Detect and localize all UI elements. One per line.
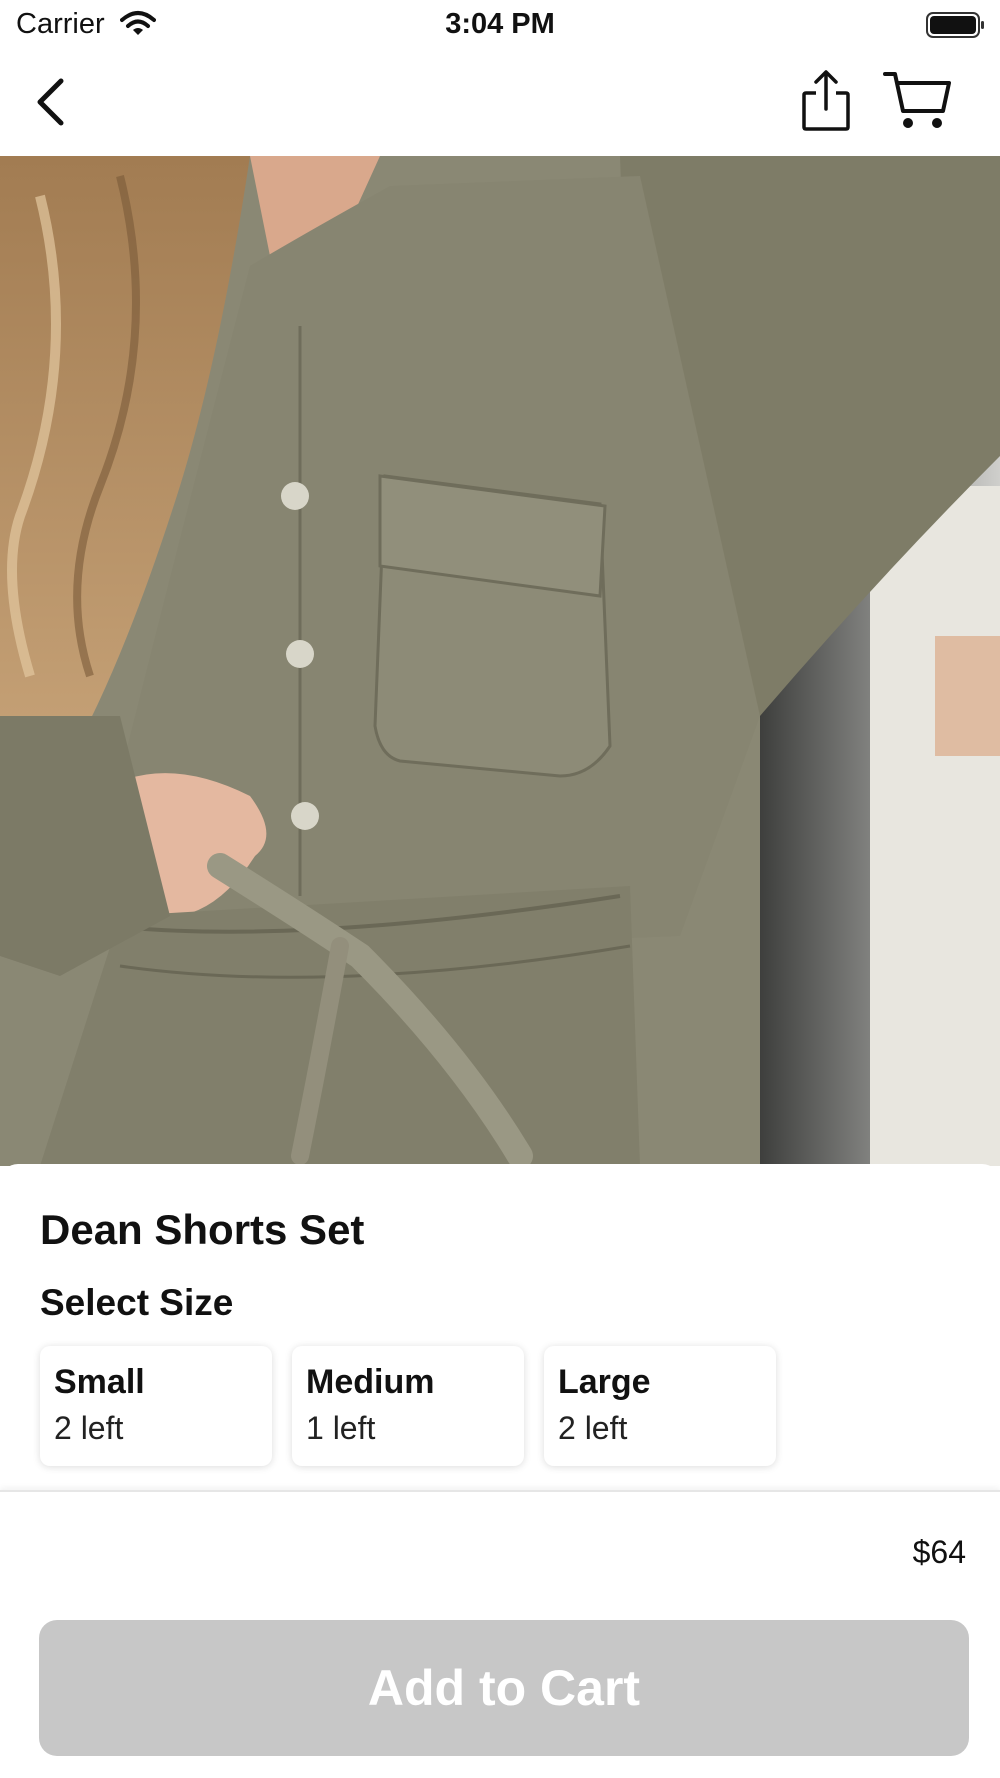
product-detail-screen: Carrier 3:04 PM Dean Shorts Set Select S… bbox=[0, 0, 1000, 1778]
product-photo-illustration bbox=[0, 156, 1000, 1166]
clock-time: 3:04 PM bbox=[445, 8, 555, 40]
size-stock: 2 left bbox=[54, 1410, 124, 1446]
add-to-cart-button[interactable]: Add to Cart bbox=[39, 1620, 969, 1756]
share-icon bbox=[801, 69, 851, 138]
size-option-medium[interactable]: Medium 1 left bbox=[292, 1346, 524, 1466]
size-option-small[interactable]: Small 2 left bbox=[40, 1346, 272, 1466]
size-option-large[interactable]: Large 2 left bbox=[544, 1346, 776, 1466]
size-name: Medium bbox=[306, 1363, 435, 1401]
size-stock: 1 left bbox=[306, 1410, 376, 1446]
product-image[interactable] bbox=[0, 156, 1000, 1166]
product-info-panel: Dean Shorts Set Select Size Small 2 left… bbox=[0, 1164, 1000, 1494]
share-button[interactable] bbox=[796, 66, 856, 140]
size-options: Small 2 left Medium 1 left Large 2 left bbox=[40, 1346, 776, 1466]
battery-icon bbox=[926, 11, 986, 44]
size-name: Large bbox=[558, 1363, 651, 1401]
size-name: Small bbox=[54, 1363, 145, 1401]
price-label: $64 bbox=[912, 1534, 966, 1570]
nav-bar bbox=[0, 52, 1000, 156]
cart-button[interactable] bbox=[880, 66, 956, 140]
status-bar: Carrier 3:04 PM bbox=[0, 0, 1000, 52]
size-stock: 2 left bbox=[558, 1410, 628, 1446]
checkout-bar: $64 Add to Cart bbox=[0, 1490, 1000, 1778]
back-button[interactable] bbox=[22, 74, 78, 134]
select-size-label: Select Size bbox=[40, 1282, 234, 1323]
product-title: Dean Shorts Set bbox=[40, 1206, 365, 1253]
shopping-cart-icon bbox=[883, 69, 953, 138]
chevron-left-icon bbox=[34, 77, 66, 132]
